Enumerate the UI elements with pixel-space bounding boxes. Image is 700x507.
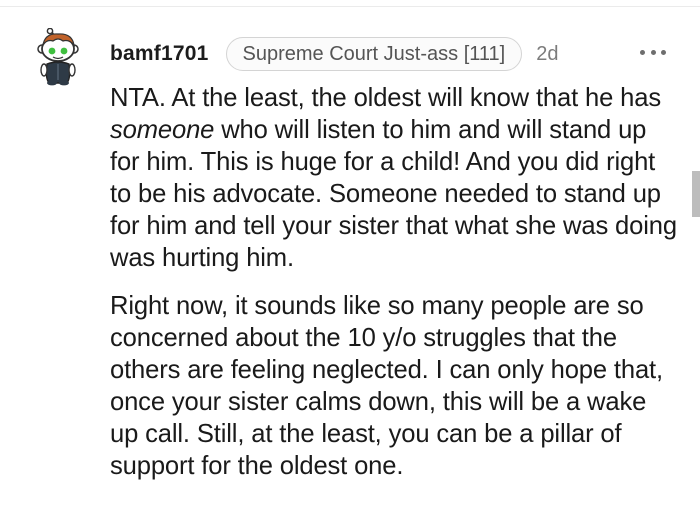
comment-header: bamf1701 Supreme Court Just-ass [111] 2d — [110, 36, 558, 72]
dot — [640, 49, 645, 55]
user-avatar[interactable] — [34, 27, 90, 86]
dot — [650, 49, 656, 55]
emphasis-text: someone — [110, 116, 215, 144]
scrollbar-thumb[interactable] — [692, 171, 700, 217]
comment-screen: bamf1701 Supreme Court Just-ass [111] 2d… — [0, 0, 700, 507]
dot — [661, 49, 666, 55]
paragraph-text: NTA. At the least, the oldest will know … — [110, 84, 661, 112]
user-flair: Supreme Court Just-ass [111] — [225, 37, 523, 71]
comment-paragraph-1: NTA. At the least, the oldest will know … — [110, 82, 678, 274]
more-options-icon[interactable] — [640, 41, 666, 63]
snoo-avatar-icon — [37, 27, 79, 86]
comment-body: NTA. At the least, the oldest will know … — [110, 82, 678, 482]
username-link[interactable]: bamf1701 — [110, 42, 209, 66]
comment-timestamp: 2d — [536, 42, 559, 65]
comment-paragraph-2: Right now, it sounds like so many people… — [110, 292, 663, 480]
top-divider — [0, 6, 700, 7]
